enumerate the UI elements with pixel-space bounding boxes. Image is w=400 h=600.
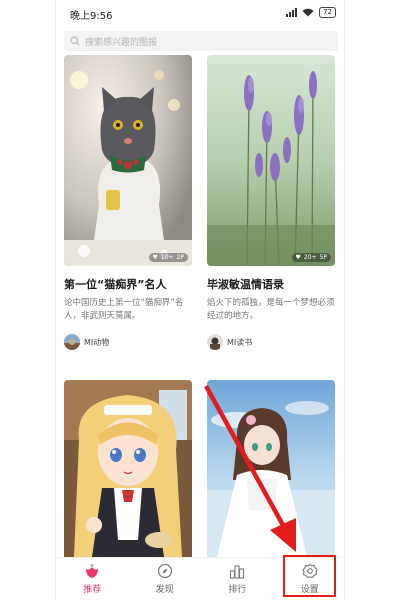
anime-sea-illustration bbox=[207, 380, 335, 557]
likes-count: 20+ bbox=[303, 254, 317, 261]
settings-highlight-box bbox=[283, 555, 336, 597]
search-bar[interactable]: 搜索感兴趣的图报 bbox=[64, 31, 338, 51]
heart-icon: ♥ bbox=[152, 254, 158, 261]
heart-icon: ♥ bbox=[295, 254, 301, 261]
compass-icon bbox=[157, 563, 172, 579]
card-badge: ♥ 10+ 2P bbox=[148, 253, 188, 262]
status-icons: 72 bbox=[286, 7, 336, 18]
app-frame: 晚上9:56 72 搜索感兴趣的图报 ♥ 10+ 2P 第一位“猫痴界”名人 论… bbox=[55, 0, 345, 600]
cat-photo bbox=[64, 55, 192, 266]
card-cat-image[interactable]: ♥ 10+ 2P bbox=[64, 55, 192, 266]
card-badge: ♥ 20+ 5P bbox=[291, 253, 331, 262]
signal-icon bbox=[286, 8, 298, 17]
page-count: 5P bbox=[319, 254, 327, 261]
card-author[interactable]: MI读书 bbox=[207, 334, 252, 350]
lavender-photo bbox=[207, 55, 335, 266]
avatar bbox=[207, 334, 223, 350]
battery-icon: 72 bbox=[319, 7, 336, 18]
card-author[interactable]: MI动物 bbox=[64, 334, 109, 350]
tab-recommend[interactable]: 推荐 bbox=[56, 558, 129, 600]
avatar bbox=[64, 334, 80, 350]
author-name: MI动物 bbox=[84, 337, 110, 347]
anime-maid-illustration bbox=[64, 380, 192, 557]
tab-label: 推荐 bbox=[83, 585, 102, 595]
card-anime-maid-image[interactable] bbox=[64, 380, 192, 557]
tab-discover[interactable]: 发现 bbox=[129, 558, 202, 600]
likes-count: 10+ bbox=[160, 254, 174, 261]
tab-label: 排行 bbox=[228, 585, 247, 595]
bar-chart-icon bbox=[230, 565, 245, 579]
card-title[interactable]: 毕淑敏温情语录 bbox=[207, 276, 284, 292]
card-lavender-image[interactable]: ♥ 20+ 5P bbox=[207, 55, 335, 266]
page-count: 2P bbox=[176, 254, 184, 261]
flower-icon bbox=[86, 564, 99, 578]
card-description: 论中国历史上第一位“猫痴界”名人，非武则天莫属。 bbox=[64, 298, 184, 321]
status-time: 晚上9:56 bbox=[70, 11, 113, 22]
author-name: MI读书 bbox=[227, 337, 253, 347]
search-icon bbox=[70, 36, 80, 46]
tab-label: 发现 bbox=[155, 585, 174, 595]
wifi-icon bbox=[302, 8, 314, 17]
card-anime-sea-image[interactable] bbox=[207, 380, 335, 557]
search-placeholder: 搜索感兴趣的图报 bbox=[85, 37, 158, 48]
tab-ranking[interactable]: 排行 bbox=[201, 558, 274, 600]
card-title[interactable]: 第一位“猫痴界”名人 bbox=[64, 276, 166, 292]
card-description: 焰火下的孤独，是每一个梦想必须经过的地方。 bbox=[207, 298, 335, 321]
status-bar: 晚上9:56 72 bbox=[56, 0, 344, 28]
